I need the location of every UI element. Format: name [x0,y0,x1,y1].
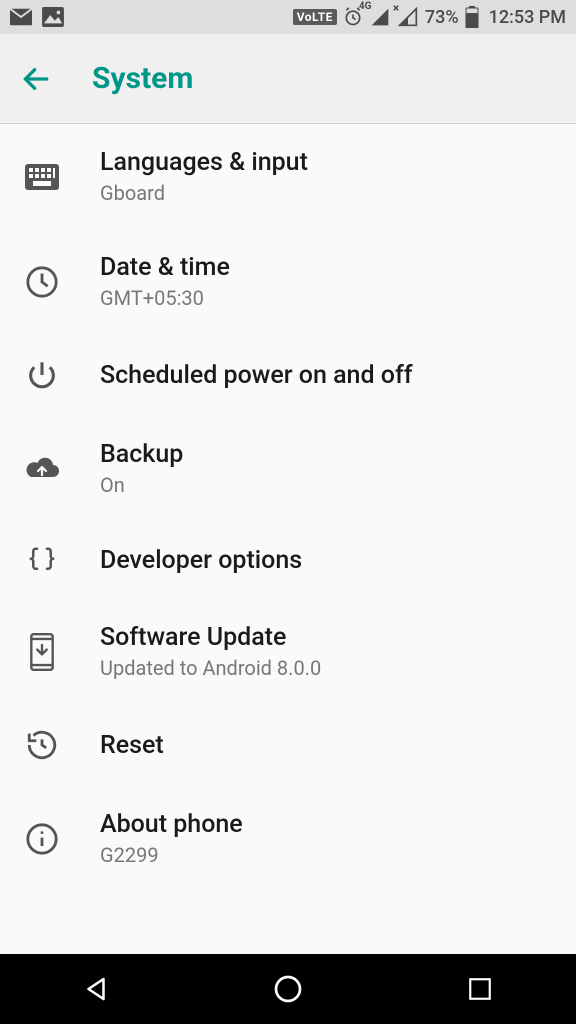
item-reset[interactable]: Reset [0,704,576,786]
item-subtitle: Gboard [100,181,308,205]
item-title: About phone [100,810,243,839]
volte-badge: VoLTE [293,9,337,25]
item-title: Software Update [100,623,321,652]
item-subtitle: Updated to Android 8.0.0 [100,656,321,680]
back-button[interactable] [20,63,52,95]
app-header: System [0,34,576,124]
power-icon [20,358,64,392]
cloud-upload-icon [20,455,64,483]
mail-icon [10,8,32,26]
nav-home-button[interactable] [256,965,320,1013]
item-subtitle: On [100,473,183,497]
nav-back-button[interactable] [64,965,128,1013]
nav-recent-button[interactable] [448,965,512,1013]
status-right: VoLTE 4G × 73% 12:53 PM [293,6,566,28]
item-title: Date & time [100,253,230,282]
item-subtitle: G2299 [100,843,243,867]
network-gen-label: 4G [359,1,372,12]
image-icon [42,7,64,27]
phone-download-icon [20,633,64,671]
status-left [10,7,64,27]
settings-list: Languages & input Gboard Date & time GMT… [0,124,576,954]
item-software-update[interactable]: Software Update Updated to Android 8.0.0 [0,599,576,704]
item-title: Backup [100,440,183,469]
item-scheduled-power[interactable]: Scheduled power on and off [0,334,576,416]
status-bar: VoLTE 4G × 73% 12:53 PM [0,0,576,34]
item-subtitle: GMT+05:30 [100,286,230,310]
screen: VoLTE 4G × 73% 12:53 PM System [0,0,576,1024]
item-title: Scheduled power on and off [100,361,413,390]
item-date-time[interactable]: Date & time GMT+05:30 [0,229,576,334]
restore-icon [20,728,64,762]
signal-2-icon: × [397,7,419,27]
clock-icon [20,265,64,299]
keyboard-icon [20,164,64,190]
item-languages-input[interactable]: Languages & input Gboard [0,124,576,229]
signal-1-icon: 4G [369,7,391,27]
item-title: Languages & input [100,148,308,177]
item-developer-options[interactable]: Developer options [0,521,576,599]
item-title: Reset [100,731,164,760]
battery-percent: 73% [425,7,459,28]
info-icon [20,822,64,856]
item-about-phone[interactable]: About phone G2299 [0,786,576,877]
braces-icon [20,545,64,575]
nav-bar [0,954,576,1024]
battery-icon [465,6,479,28]
clock-text: 12:53 PM [489,7,566,28]
page-title: System [92,61,193,96]
item-backup[interactable]: Backup On [0,416,576,521]
item-title: Developer options [100,546,302,575]
